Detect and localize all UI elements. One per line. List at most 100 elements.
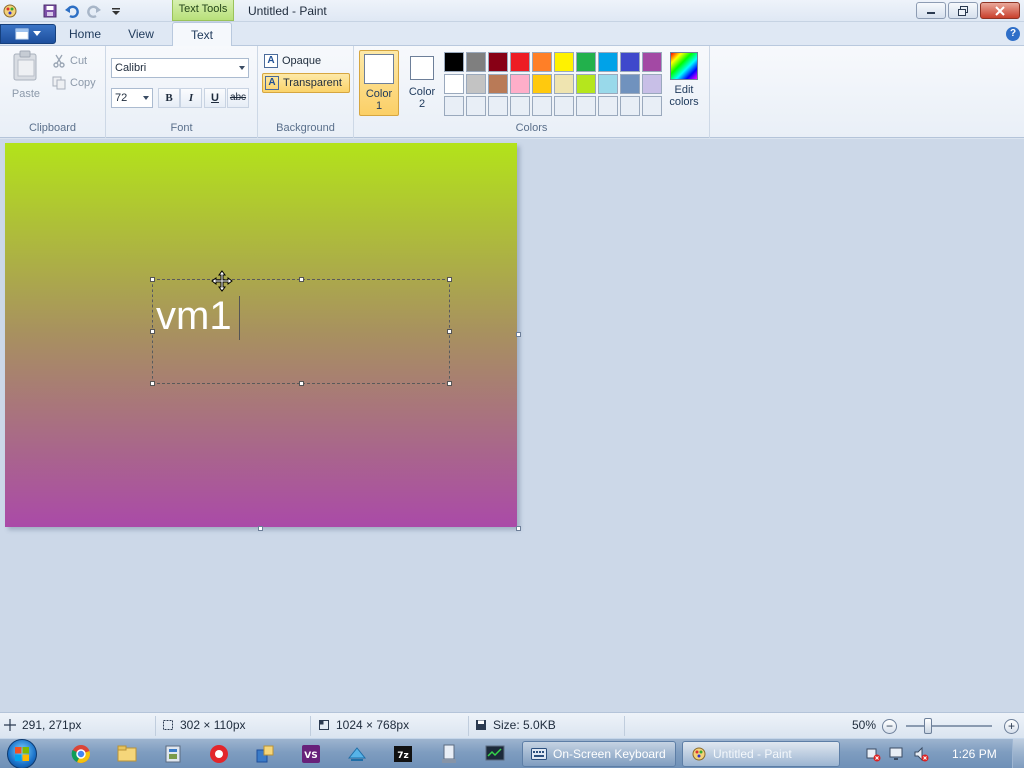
network-error-icon[interactable] — [864, 743, 882, 765]
color-swatch[interactable] — [466, 74, 486, 94]
color-swatch[interactable] — [444, 74, 464, 94]
resize-handle[interactable] — [150, 329, 155, 334]
color-swatch[interactable] — [620, 74, 640, 94]
resize-handle[interactable] — [299, 277, 304, 282]
paint-menu-button[interactable] — [0, 24, 56, 44]
color-swatch[interactable] — [488, 96, 508, 116]
network-tool-icon[interactable] — [254, 743, 276, 765]
seven-zip-icon[interactable]: 7z — [392, 743, 414, 765]
device-icon[interactable] — [438, 743, 460, 765]
cut-button[interactable]: Cut — [52, 52, 87, 70]
color-swatch[interactable] — [620, 52, 640, 72]
copy-button[interactable]: Copy — [52, 74, 96, 92]
color-swatch[interactable] — [598, 74, 618, 94]
file-size-value: Size: 5.0KB — [493, 718, 556, 732]
taskbar-clock[interactable]: 1:26 PM — [952, 747, 997, 761]
show-desktop-button[interactable] — [1012, 739, 1024, 768]
color-swatch[interactable] — [598, 52, 618, 72]
volume-muted-icon[interactable] — [912, 743, 930, 765]
color-swatch[interactable] — [466, 52, 486, 72]
edit-colors-button[interactable]: Edit colors — [666, 52, 702, 108]
font-family-dropdown[interactable]: Calibri — [111, 58, 249, 78]
save-icon[interactable] — [42, 3, 58, 19]
color-swatch[interactable] — [444, 52, 464, 72]
canvas-resize-handle-bottom[interactable] — [258, 526, 263, 531]
system-tool-icon[interactable] — [162, 743, 184, 765]
color-swatch[interactable] — [576, 74, 596, 94]
transparent-button[interactable]: A Transparent — [262, 73, 350, 93]
canvas-resize-handle-right[interactable] — [516, 332, 521, 337]
italic-button[interactable]: I — [180, 88, 202, 108]
color-swatch[interactable] — [620, 96, 640, 116]
paste-button[interactable]: Paste — [6, 50, 46, 106]
color-swatch[interactable] — [488, 52, 508, 72]
font-size-value: 72 — [115, 92, 128, 104]
color-swatch[interactable] — [554, 74, 574, 94]
close-button[interactable] — [980, 2, 1020, 19]
paint-app-icon[interactable] — [2, 3, 18, 19]
color1-button[interactable]: Color 1 — [359, 50, 399, 116]
chrome-icon[interactable] — [70, 743, 92, 765]
file-explorer-icon[interactable] — [116, 743, 138, 765]
resize-handle[interactable] — [150, 277, 155, 282]
color-swatch[interactable] — [642, 74, 662, 94]
color-swatch[interactable] — [642, 96, 662, 116]
taskbar-task-onscreen-keyboard[interactable]: On-Screen Keyboard — [522, 741, 676, 767]
color-swatch[interactable] — [554, 96, 574, 116]
workspace: vm1 — [0, 139, 1024, 712]
color-swatch[interactable] — [466, 96, 486, 116]
color-swatch[interactable] — [576, 96, 596, 116]
redo-icon[interactable] — [86, 3, 102, 19]
transparent-label: Transparent — [283, 77, 342, 89]
opaque-button[interactable]: A Opaque — [262, 51, 350, 71]
text-box[interactable]: vm1 — [150, 270, 452, 386]
zoom-slider-thumb[interactable] — [924, 718, 932, 734]
color2-button[interactable]: Color 2 — [402, 50, 442, 116]
resize-handle[interactable] — [447, 381, 452, 386]
color-swatch[interactable] — [532, 74, 552, 94]
taskbar-task-label: On-Screen Keyboard — [553, 747, 666, 761]
resize-handle[interactable] — [447, 329, 452, 334]
display-icon[interactable] — [888, 743, 906, 765]
color-swatch[interactable] — [598, 96, 618, 116]
strikethrough-button[interactable]: abc — [227, 88, 249, 108]
bold-button[interactable]: B — [158, 88, 180, 108]
zoom-out-button[interactable]: − — [882, 719, 897, 734]
record-icon[interactable] — [208, 743, 230, 765]
color-swatch[interactable] — [532, 96, 552, 116]
customize-qat-icon[interactable] — [108, 3, 124, 19]
color-swatch[interactable] — [488, 74, 508, 94]
zoom-in-button[interactable]: + — [1004, 719, 1019, 734]
color-swatch[interactable] — [510, 74, 530, 94]
color-swatch[interactable] — [510, 96, 530, 116]
color-swatch[interactable] — [554, 52, 574, 72]
canvas-resize-handle-corner[interactable] — [516, 526, 521, 531]
undo-icon[interactable] — [64, 3, 80, 19]
task-manager-icon[interactable] — [484, 743, 506, 765]
start-button[interactable] — [7, 739, 37, 768]
font-size-dropdown[interactable]: 72 — [111, 88, 153, 108]
restore-button[interactable] — [948, 2, 978, 19]
minimize-button[interactable] — [916, 2, 946, 19]
image-size-icon — [319, 720, 329, 730]
color-swatch[interactable] — [642, 52, 662, 72]
visual-studio-icon[interactable]: VS — [300, 743, 322, 765]
crosshair-icon — [4, 719, 16, 731]
remote-tool-icon[interactable] — [346, 743, 368, 765]
resize-handle[interactable] — [150, 381, 155, 386]
tab-home[interactable]: Home — [60, 22, 110, 46]
drawing-canvas[interactable]: vm1 — [5, 143, 517, 527]
zoom-slider-track[interactable] — [906, 725, 992, 727]
resize-handle[interactable] — [299, 381, 304, 386]
tab-view[interactable]: View — [116, 22, 166, 46]
color-swatch[interactable] — [510, 52, 530, 72]
color-swatch[interactable] — [576, 52, 596, 72]
help-icon[interactable]: ? — [1006, 27, 1020, 41]
taskbar-task-paint[interactable]: Untitled - Paint — [682, 741, 840, 767]
color-swatch[interactable] — [444, 96, 464, 116]
underline-button[interactable]: U — [204, 88, 226, 108]
tab-text[interactable]: Text — [172, 22, 232, 47]
color-swatch[interactable] — [532, 52, 552, 72]
resize-handle[interactable] — [447, 277, 452, 282]
text-box-content[interactable]: vm1 — [156, 292, 232, 340]
